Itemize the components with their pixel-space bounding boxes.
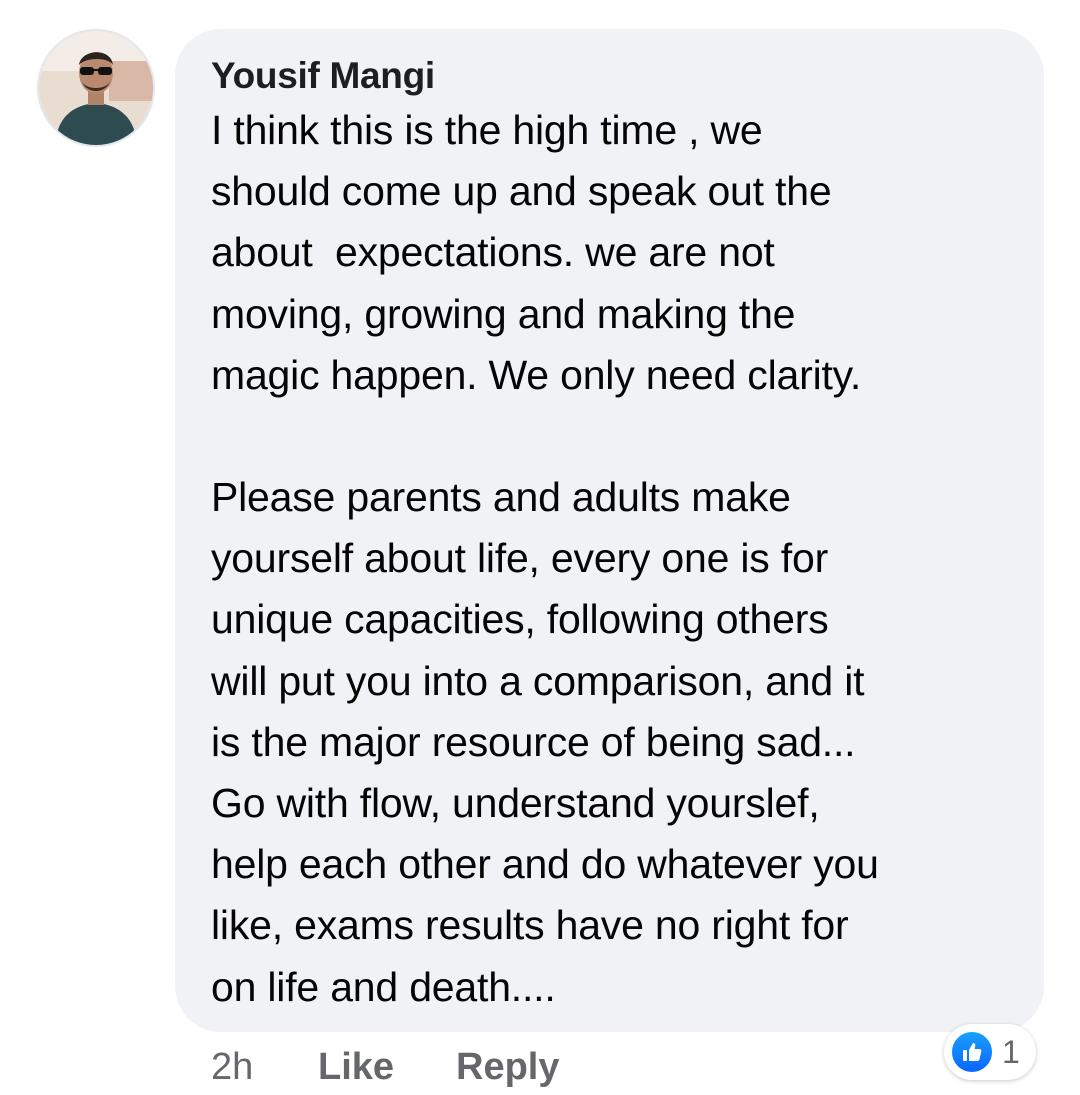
thumbs-up-icon xyxy=(950,1030,994,1074)
comment-paragraph-1: I think this is the high time , we shoul… xyxy=(211,100,1010,406)
comment-line: about expectations. we are not xyxy=(211,229,775,276)
reply-button[interactable]: Reply xyxy=(456,1046,559,1089)
comment-line: Please parents and adults make xyxy=(211,474,791,521)
comment-paragraph-2: Please parents and adults make yourself … xyxy=(211,467,1010,1018)
comment-bubble: Yousif Mangi I think this is the high ti… xyxy=(175,29,1044,1032)
comment-line: yourself about life, every one is for xyxy=(211,535,829,582)
comment-actions: 2h Like Reply xyxy=(211,1040,559,1094)
like-button[interactable]: Like xyxy=(318,1046,456,1089)
comment-line: should come up and speak out the xyxy=(211,168,832,215)
comment-line: is the major resource of being sad... xyxy=(211,718,856,765)
comment-line: I think this is the high time , we xyxy=(211,107,763,153)
comment-line: moving, growing and making the xyxy=(211,290,796,337)
reaction-count: 1 xyxy=(1002,1033,1020,1070)
comment-timestamp[interactable]: 2h xyxy=(211,1046,318,1089)
comment-author[interactable]: Yousif Mangi xyxy=(211,53,1010,99)
comment-line: Go with flow, understand yourslef, xyxy=(211,780,820,827)
reaction-summary[interactable]: 1 xyxy=(944,1024,1036,1080)
comment-line: magic happen. We only need clarity. xyxy=(211,351,862,398)
avatar-photo xyxy=(39,31,153,145)
author-avatar[interactable] xyxy=(37,29,155,147)
comment-line: unique capacities, following others xyxy=(211,596,829,643)
comment-line: will put you into a comparison, and it xyxy=(211,657,865,704)
comment-line: like, exams results have no right for xyxy=(211,902,849,949)
comment-line: help each other and do whatever you xyxy=(211,841,879,888)
comment-line: on life and death.... xyxy=(211,963,556,1010)
